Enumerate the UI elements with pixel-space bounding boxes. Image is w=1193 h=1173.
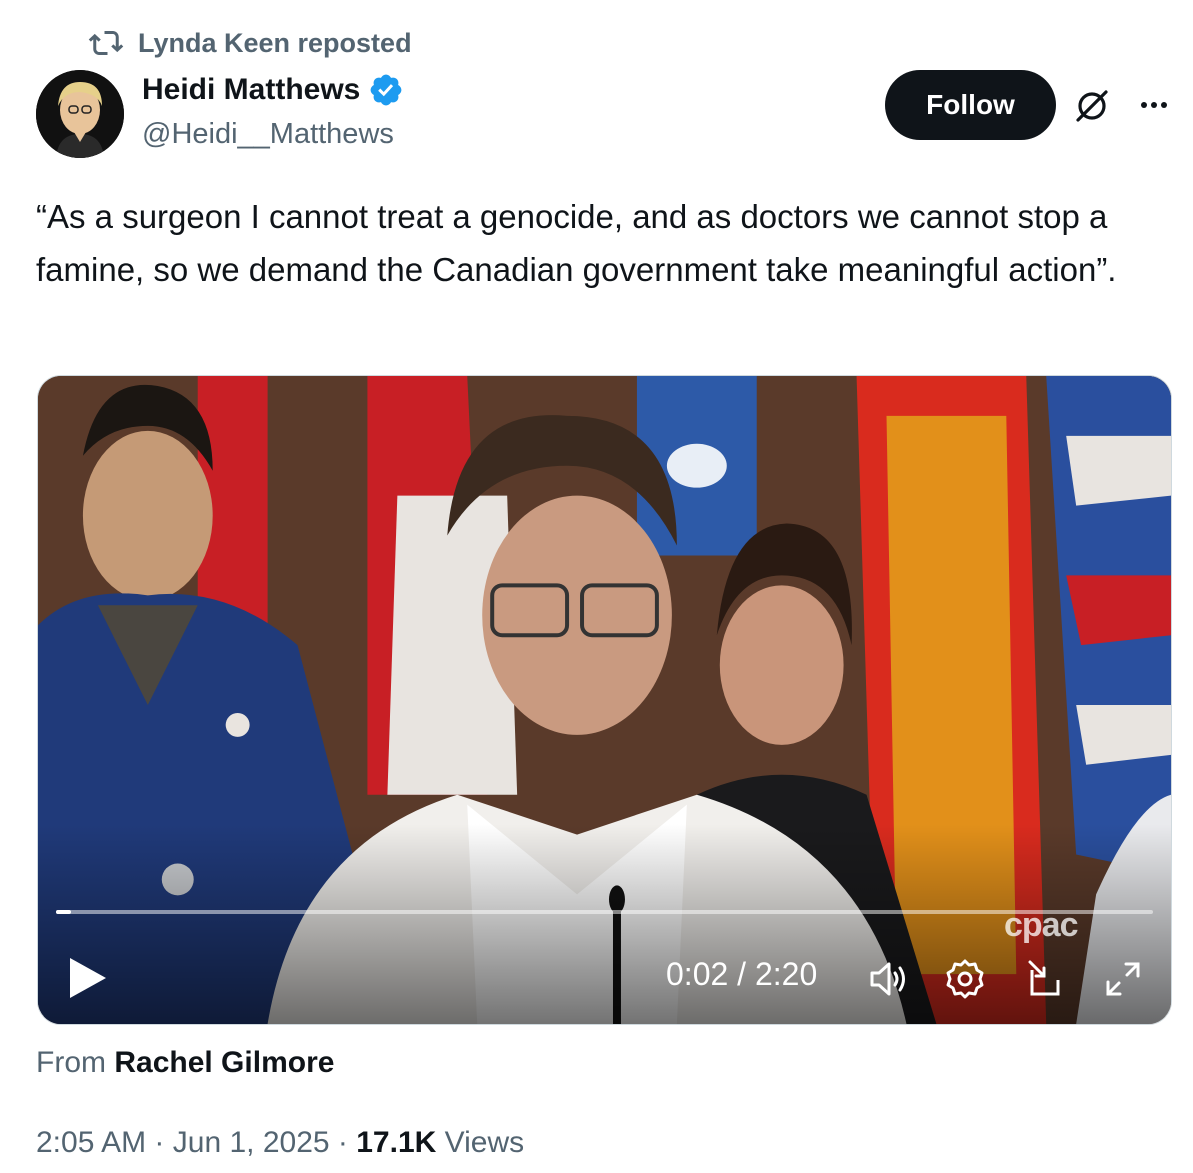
author-handle[interactable]: @Heidi__Matthews: [142, 118, 394, 151]
tweet-time[interactable]: 2:05 AM: [36, 1126, 146, 1159]
follow-button[interactable]: Follow: [885, 70, 1056, 140]
progress-fill: [56, 910, 72, 914]
views-label: Views: [444, 1126, 525, 1159]
volume-icon[interactable]: [864, 956, 910, 1002]
repost-label: Lynda Keen reposted: [138, 27, 412, 58]
settings-icon[interactable]: [942, 956, 988, 1002]
more-icon[interactable]: [1134, 90, 1174, 120]
repost-indicator[interactable]: Lynda Keen reposted: [88, 26, 412, 60]
author-name[interactable]: Heidi Matthews: [142, 73, 360, 107]
grok-icon[interactable]: [1072, 86, 1112, 126]
progress-bar[interactable]: [56, 910, 1153, 914]
meta-dot: ·: [337, 1126, 348, 1159]
meta-dot: ·: [154, 1126, 165, 1159]
author-name-row[interactable]: Heidi Matthews: [142, 72, 404, 108]
video-source[interactable]: From Rachel Gilmore: [36, 1046, 334, 1080]
pip-icon[interactable]: [1022, 956, 1068, 1002]
fullscreen-icon[interactable]: [1100, 956, 1146, 1002]
verified-badge-icon: [371, 74, 402, 106]
source-prefix: From: [36, 1046, 106, 1079]
views-count: 17.1K: [356, 1126, 437, 1159]
repost-icon: [88, 31, 124, 55]
avatar[interactable]: [36, 70, 124, 158]
source-name[interactable]: Rachel Gilmore: [114, 1046, 334, 1079]
tweet-text: “As a surgeon I cannot treat a genocide,…: [36, 198, 1117, 288]
tweet-meta: 2:05 AM · Jun 1, 2025 · 17.1K Views: [36, 1126, 524, 1160]
tweet-date[interactable]: Jun 1, 2025: [173, 1126, 330, 1159]
play-icon[interactable]: [66, 954, 110, 1002]
time-display: 0:02 / 2:20: [666, 956, 818, 992]
video-player[interactable]: cpac 0:02 / 2:20: [37, 375, 1172, 1025]
